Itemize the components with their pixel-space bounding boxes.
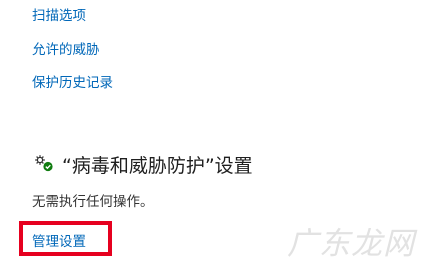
virus-protection-settings-title: “病毒和威胁防护”设置 <box>62 155 253 177</box>
watermark-text: 广东龙网 <box>287 226 415 262</box>
gear-check-icon <box>35 155 53 172</box>
settings-status-text: 无需执行任何操作。 <box>32 194 154 210</box>
manage-settings-link[interactable]: 管理设置 <box>32 230 86 250</box>
scan-options-link[interactable]: 扫描选项 <box>32 4 86 24</box>
protection-history-link[interactable]: 保护历史记录 <box>32 71 113 91</box>
allowed-threats-link[interactable]: 允许的威胁 <box>32 38 100 58</box>
